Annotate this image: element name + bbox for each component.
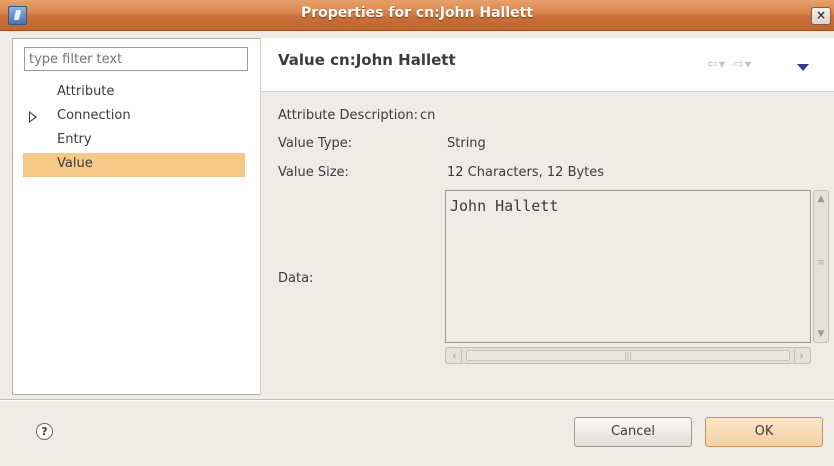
data-text-area[interactable]: John Hallett — [445, 190, 811, 343]
tree-item-value[interactable]: Value — [23, 153, 245, 177]
tree-item-connection[interactable]: Connection — [13, 105, 261, 129]
attribute-description-value: cn — [420, 108, 436, 123]
footer-separator-highlight — [0, 400, 834, 401]
forward-arrow-icon: ⇨ — [733, 57, 744, 72]
close-button[interactable]: × — [811, 7, 831, 25]
property-page-content: Value cn:John Hallett ⇦▼ ⇨▼ Attribute De… — [260, 38, 834, 395]
scroll-right-icon[interactable]: › — [794, 350, 808, 362]
page-header: Value cn:John Hallett ⇦▼ ⇨▼ — [261, 38, 834, 92]
property-pages-tree-pane: Attribute Connection Entry Value — [12, 38, 260, 395]
attribute-description-label: Attribute Description: — [278, 108, 418, 123]
vertical-scrollbar[interactable]: ▲ ≡ ▼ — [813, 190, 829, 343]
scroll-grip-icon: ≡ — [817, 258, 825, 268]
scroll-down-icon[interactable]: ▼ — [816, 329, 826, 339]
cancel-button[interactable]: Cancel — [574, 417, 692, 447]
help-icon: ? — [41, 425, 48, 438]
tree-item-entry[interactable]: Entry — [13, 129, 261, 153]
help-button[interactable]: ? — [36, 423, 53, 440]
tree-item-label: Connection — [57, 108, 131, 123]
scroll-left-icon[interactable]: ‹ — [448, 350, 462, 362]
value-type-label: Value Type: — [278, 136, 353, 151]
value-size-label: Value Size: — [278, 165, 349, 180]
tree-item-label: Entry — [57, 132, 92, 147]
tree-item-attribute[interactable]: Attribute — [13, 81, 261, 105]
ok-button[interactable]: OK — [705, 417, 823, 447]
value-type-value: String — [447, 136, 486, 151]
tree-item-label: Value — [57, 156, 93, 171]
back-arrow-icon: ⇦ — [707, 57, 718, 72]
expand-triangle-icon[interactable] — [29, 111, 37, 123]
window-title: Properties for cn:John Hallett — [300, 5, 534, 21]
close-icon: × — [815, 8, 827, 22]
filter-input[interactable] — [24, 47, 248, 71]
view-menu-icon[interactable] — [797, 64, 809, 71]
data-label: Data: — [278, 271, 314, 286]
horizontal-scrollbar[interactable]: ‹ ||| › — [445, 347, 811, 364]
forward-button[interactable]: ⇨▼ — [733, 56, 751, 74]
scroll-up-icon[interactable]: ▲ — [816, 194, 826, 204]
title-bar: Properties for cn:John Hallett × — [0, 0, 834, 31]
chevron-down-icon: ▼ — [718, 60, 726, 69]
tree-item-label: Attribute — [57, 84, 115, 99]
chevron-down-icon: ▼ — [744, 60, 752, 69]
property-pages-tree: Attribute Connection Entry Value — [13, 81, 261, 177]
back-button[interactable]: ⇦▼ — [707, 56, 725, 74]
scroll-thumb[interactable]: ||| — [466, 350, 790, 361]
page-title: Value cn:John Hallett — [278, 51, 456, 69]
value-size-value: 12 Characters, 12 Bytes — [447, 165, 605, 180]
